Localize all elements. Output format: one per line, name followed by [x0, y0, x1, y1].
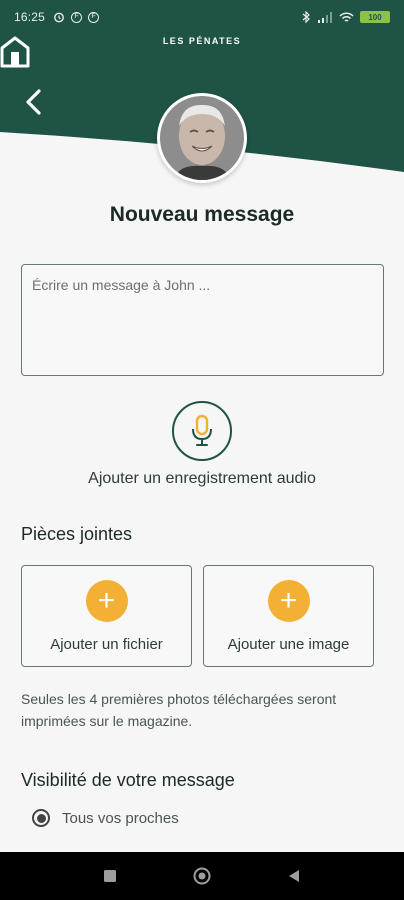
radio-button-selected[interactable] [32, 809, 50, 827]
back-button[interactable] [22, 88, 46, 116]
recents-button[interactable] [101, 867, 119, 885]
status-time: 16:25 [14, 10, 46, 24]
chevron-left-icon [26, 89, 41, 115]
add-image-label: Ajouter une image [227, 636, 350, 653]
home-button[interactable] [193, 867, 211, 885]
avatar-photo [160, 96, 244, 180]
signal-icon [318, 11, 332, 23]
app-notification-icon: F [71, 11, 83, 23]
visibility-option-all[interactable]: Tous vos proches [32, 809, 179, 827]
square-icon [104, 870, 116, 882]
wifi-icon [339, 11, 354, 22]
plus-icon: + [85, 580, 128, 622]
battery-icon: 100 [360, 11, 390, 23]
record-audio-button[interactable] [172, 401, 232, 461]
add-file-button[interactable]: + Ajouter un fichier [21, 565, 192, 667]
circle-icon [193, 867, 211, 885]
app-notification-icon: F [88, 11, 100, 23]
visibility-title: Visibilité de votre message [21, 770, 235, 790]
brand-name: LES PÉNATES [162, 36, 242, 46]
add-file-label: Ajouter un fichier [50, 636, 163, 653]
alarm-icon [54, 12, 64, 23]
brand-logo: LES PÉNATES [0, 36, 404, 68]
status-bar: 16:25 F F 100 [0, 0, 404, 34]
microphone-icon [192, 414, 212, 446]
attachments-title: Pièces jointes [21, 524, 133, 544]
attachments-note: Seules les 4 premières photos téléchargé… [21, 691, 337, 729]
notification-icons: F F [53, 11, 100, 23]
record-audio-label: Ajouter un enregistrement audio [88, 470, 316, 487]
triangle-back-icon [289, 870, 299, 882]
system-nav-bar [0, 852, 404, 900]
visibility-option-label: Tous vos proches [62, 809, 179, 827]
message-field-box [21, 264, 384, 376]
plus-icon: + [267, 580, 310, 622]
message-input[interactable] [32, 277, 373, 363]
add-image-button[interactable]: + Ajouter une image [203, 565, 374, 667]
bluetooth-icon [302, 11, 310, 23]
house-logo-icon [0, 36, 30, 68]
battery-level: 100 [368, 12, 382, 22]
recipient-avatar [157, 93, 247, 183]
page-title: Nouveau message [109, 203, 295, 226]
back-nav-button[interactable] [285, 867, 303, 885]
